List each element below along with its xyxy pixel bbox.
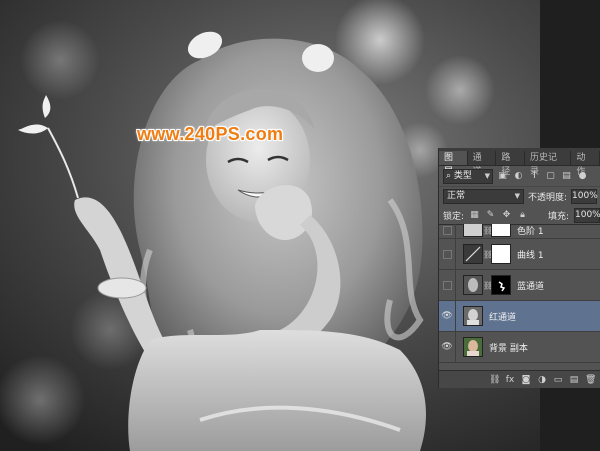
layer-background-copy[interactable]: 👁︎ 背景 副本 — [439, 332, 600, 363]
tab-actions[interactable]: 动作 — [571, 151, 600, 177]
tab-history[interactable]: 历史记录 — [525, 151, 572, 177]
visibility-toggle[interactable]: 👁︎ — [439, 332, 456, 362]
layer-red-channel[interactable]: 👁︎ 红通道 — [439, 301, 600, 332]
filter-kind-select[interactable]: ⌕ 类型 ▼ — [443, 168, 493, 184]
hidden-box-icon — [442, 225, 452, 235]
blend-row: 正常 ▼ 不透明度: 100% — [439, 187, 600, 206]
visibility-toggle[interactable] — [439, 270, 456, 300]
visibility-toggle[interactable] — [439, 239, 456, 269]
eye-icon: 👁︎ — [441, 311, 453, 321]
smart-object-filter-icon[interactable]: ▤ — [560, 170, 573, 183]
chevron-down-icon: ▼ — [484, 171, 490, 180]
panel-tabs: 图层 通道 路径 历史记录 动作 — [439, 148, 600, 177]
blend-mode-select[interactable]: 正常 ▼ — [443, 189, 524, 204]
opacity-label: 不透明度: — [528, 193, 568, 203]
adjustment-filter-icon[interactable]: ◐ — [512, 170, 525, 183]
tab-paths[interactable]: 路径 — [496, 151, 526, 177]
fill-input[interactable]: 100% — [574, 207, 600, 223]
blend-mode-value: 正常 — [447, 191, 466, 201]
panel-bottom-toolbar: ⛓︎ fx ◙ ◑ ▭ ▤ 🗑︎ — [439, 370, 600, 388]
layers-panel: 图层 通道 路径 历史记录 动作 ⌕ 类型 ▼ ▣ ◐ T ▢ ▤ ● 正常 ▼… — [438, 148, 600, 388]
layer-thumbnail — [463, 306, 483, 326]
watermark-text: www.240PS.com — [137, 124, 284, 144]
fill-label: 填充: — [547, 211, 569, 222]
layer-name: 红通道 — [489, 312, 517, 323]
layer-name: 色阶 1 — [517, 226, 544, 237]
link-icon: ⛓︎ — [483, 280, 494, 290]
fx-icon[interactable]: fx — [505, 375, 515, 385]
curves-thumbnail — [463, 244, 483, 264]
filter-toggle-icon[interactable]: ● — [576, 170, 589, 183]
layer-thumbnail — [463, 275, 483, 295]
type-filter-icon[interactable]: T — [528, 170, 541, 183]
adjustment-thumbnail — [463, 224, 483, 237]
lock-icon[interactable]: 🔒︎ — [517, 210, 528, 221]
tab-channels[interactable]: 通道 — [468, 151, 497, 177]
new-layer-icon[interactable]: ▤ — [569, 375, 579, 385]
opacity-input[interactable]: 100% — [571, 189, 598, 204]
layer-name: 蓝通道 — [517, 281, 545, 292]
layer-name: 背景 副本 — [489, 343, 528, 354]
link-layers-icon[interactable]: ⛓︎ — [489, 375, 500, 385]
tab-layers[interactable]: 图层 — [439, 151, 468, 177]
layer-levels[interactable]: ⛓︎ 色阶 1 — [439, 224, 600, 239]
layer-mask-thumbnail — [491, 224, 511, 237]
shape-filter-icon[interactable]: ▢ — [544, 170, 557, 183]
visibility-toggle[interactable]: 👁︎ — [439, 301, 456, 331]
lock-row: 锁定: ▦ ✎ ✥ 🔒︎ 填充: 100% — [439, 206, 600, 225]
layer-thumbnail — [463, 337, 483, 357]
eye-icon: 👁︎ — [441, 342, 453, 352]
visibility-toggle[interactable] — [439, 224, 456, 238]
filter-kind-label: 类型 — [453, 170, 472, 181]
layer-name: 曲线 1 — [517, 250, 544, 261]
trash-icon[interactable]: 🗑︎ — [585, 375, 596, 385]
new-group-icon[interactable]: ▭ — [553, 375, 563, 385]
layer-mask-thumbnail — [491, 244, 511, 264]
layer-mask-thumbnail — [491, 275, 511, 295]
link-icon: ⛓︎ — [483, 249, 494, 259]
search-icon: ⌕ — [446, 170, 452, 181]
lock-transparent-icon[interactable]: ▦ — [469, 210, 480, 221]
filter-row: ⌕ 类型 ▼ ▣ ◐ T ▢ ▤ ● — [439, 166, 600, 187]
pixel-filter-icon[interactable]: ▣ — [496, 170, 509, 183]
chevron-down-icon: ▼ — [514, 192, 520, 200]
add-mask-icon[interactable]: ◙ — [521, 375, 531, 385]
lock-label: 锁定: — [443, 211, 465, 222]
link-icon: ⛓︎ — [483, 225, 494, 235]
layer-list: ⛓︎ 色阶 1 ⛓︎ 曲线 1 ⛓︎ 蓝通道 👁︎ 红通道 👁︎ 背景 副本 — [439, 224, 600, 370]
hidden-box-icon — [442, 280, 452, 290]
lock-pixels-icon[interactable]: ✎ — [485, 210, 496, 221]
lock-position-icon[interactable]: ✥ — [501, 210, 512, 221]
adjustment-layer-icon[interactable]: ◑ — [537, 375, 547, 385]
layer-curves[interactable]: ⛓︎ 曲线 1 — [439, 239, 600, 270]
layer-blue-channel[interactable]: ⛓︎ 蓝通道 — [439, 270, 600, 301]
hidden-box-icon — [442, 249, 452, 259]
